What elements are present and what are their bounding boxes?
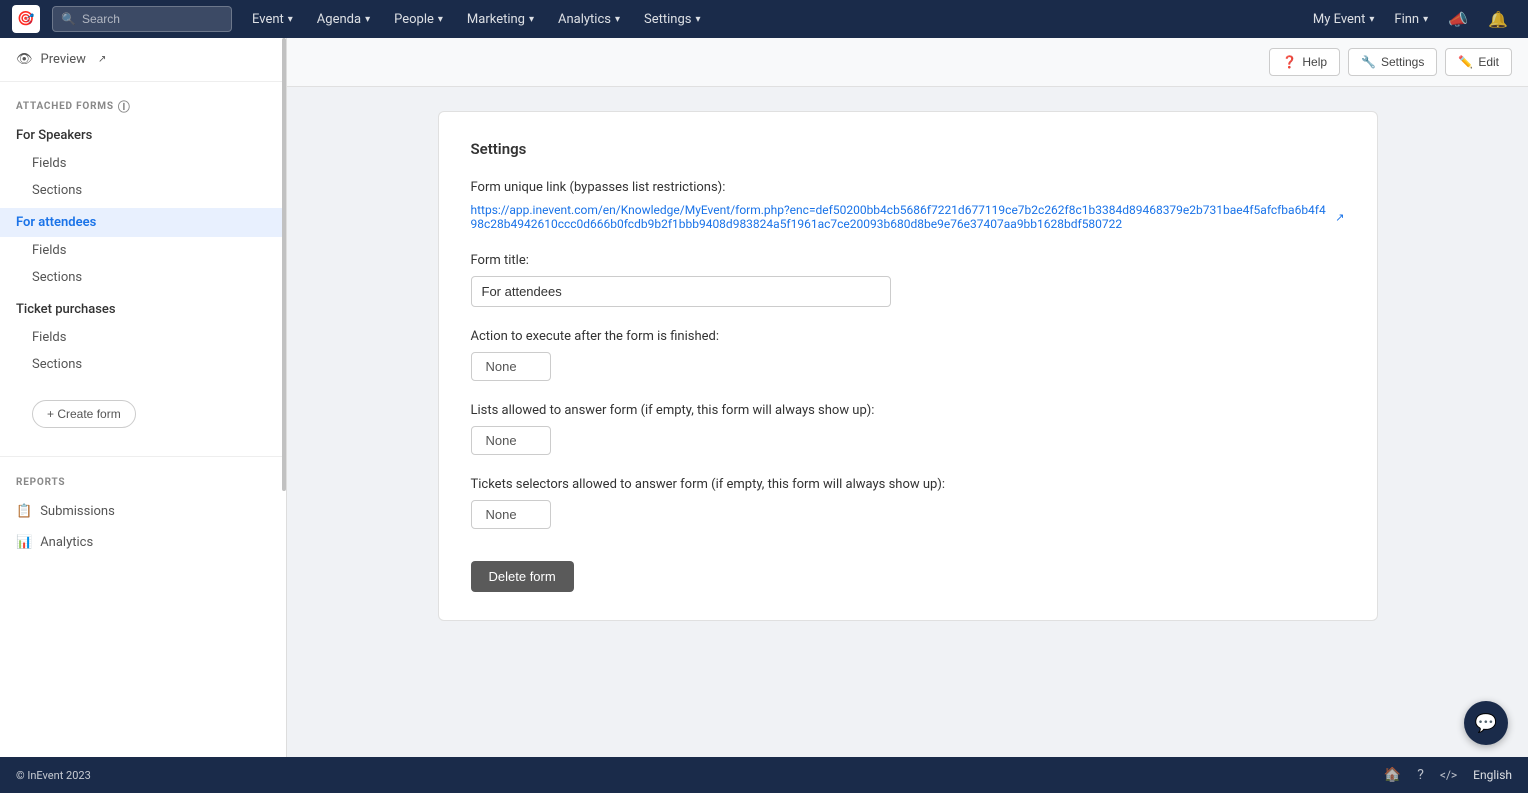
external-link-icon: ↗: [98, 54, 106, 65]
nav-menu: Event ▾ Agenda ▾ People ▾ Marketing ▾ An…: [240, 0, 1305, 38]
info-icon[interactable]: ⓘ: [118, 98, 131, 115]
main-content: ❓ Help 🔧 Settings ✏️ Edit Settings Form …: [287, 38, 1528, 793]
form-link-group: Form unique link (bypasses list restrict…: [471, 180, 1345, 231]
sidebar: 👁 Preview ↗ ATTACHED FORMS ⓘ For Speaker…: [0, 38, 287, 793]
for-attendees-group: For attendees Fields Sections: [0, 206, 286, 293]
action-label: Action to execute after the form is fini…: [471, 329, 1345, 344]
settings-card: Settings Form unique link (bypasses list…: [438, 111, 1378, 621]
for-attendees-header[interactable]: For attendees: [0, 208, 286, 237]
settings-button[interactable]: 🔧 Settings: [1348, 48, 1437, 76]
lists-select[interactable]: None: [471, 426, 551, 455]
my-event-menu[interactable]: My Event ▾: [1305, 0, 1383, 38]
copyright-text: © InEvent 2023: [16, 769, 91, 782]
bottom-bar: © InEvent 2023 🏠 ? </> English: [0, 757, 1528, 793]
external-link-icon: ↗: [1335, 211, 1344, 224]
for-speakers-header[interactable]: For Speakers: [0, 121, 286, 150]
for-speakers-fields[interactable]: Fields: [0, 150, 286, 177]
notifications-icon[interactable]: 📣: [1440, 0, 1476, 38]
help-icon: ❓: [1282, 55, 1297, 69]
action-select[interactable]: None: [471, 352, 551, 381]
app-body: 👁 Preview ↗ ATTACHED FORMS ⓘ For Speaker…: [0, 38, 1528, 793]
nav-analytics[interactable]: Analytics ▾: [546, 0, 632, 38]
edit-icon: ✏️: [1458, 55, 1473, 69]
user-menu[interactable]: Finn ▾: [1386, 0, 1436, 38]
top-nav-right: My Event ▾ Finn ▾ 📣 🔔: [1305, 0, 1516, 38]
bell-icon[interactable]: 🔔: [1480, 0, 1516, 38]
chevron-down-icon: ▾: [529, 14, 534, 25]
nav-marketing[interactable]: Marketing ▾: [455, 0, 546, 38]
app-logo: 🎯: [12, 5, 40, 33]
attached-forms-title: ATTACHED FORMS ⓘ: [16, 98, 270, 115]
ticket-purchases-sections[interactable]: Sections: [0, 351, 286, 378]
form-link[interactable]: https://app.inevent.com/en/Knowledge/MyE…: [471, 203, 1345, 231]
toolbar: ❓ Help 🔧 Settings ✏️ Edit: [287, 38, 1528, 87]
for-speakers-sections[interactable]: Sections: [0, 177, 286, 204]
help-button[interactable]: ❓ Help: [1269, 48, 1340, 76]
ticket-purchases-group: Ticket purchases Fields Sections: [0, 293, 286, 380]
lists-label: Lists allowed to answer form (if empty, …: [471, 403, 1345, 418]
bottom-bar-right: 🏠 ? </> English: [1384, 767, 1512, 783]
action-group: Action to execute after the form is fini…: [471, 329, 1345, 381]
chevron-down-icon: ▾: [288, 14, 293, 25]
chevron-down-icon: ▾: [1369, 14, 1374, 25]
edit-button[interactable]: ✏️ Edit: [1445, 48, 1512, 76]
submissions-icon: 📋: [16, 504, 32, 519]
eye-icon: 👁: [16, 52, 33, 67]
chevron-down-icon: ▾: [615, 14, 620, 25]
tickets-label: Tickets selectors allowed to answer form…: [471, 477, 1345, 492]
delete-form-row: Delete form: [471, 551, 1345, 592]
ticket-purchases-header[interactable]: Ticket purchases: [0, 295, 286, 324]
sidebar-scrollbar[interactable]: [282, 38, 286, 491]
chevron-down-icon: ▾: [438, 14, 443, 25]
submissions-item[interactable]: 📋 Submissions: [0, 496, 286, 527]
chat-icon: 💬: [1475, 713, 1497, 734]
language-selector[interactable]: English: [1473, 768, 1512, 782]
tickets-select[interactable]: None: [471, 500, 551, 529]
chevron-down-icon: ▾: [1423, 14, 1428, 25]
preview-link[interactable]: 👁 Preview ↗: [0, 38, 286, 82]
nav-event[interactable]: Event ▾: [240, 0, 305, 38]
analytics-icon: 📊: [16, 535, 32, 550]
reports-title: REPORTS: [16, 477, 270, 488]
question-icon[interactable]: ?: [1417, 767, 1424, 783]
search-input[interactable]: [82, 12, 222, 26]
search-icon: 🔍: [61, 12, 76, 26]
form-title-group: Form title:: [471, 253, 1345, 307]
chevron-down-icon: ▾: [696, 14, 701, 25]
form-link-label: Form unique link (bypasses list restrict…: [471, 180, 1345, 195]
create-form-button[interactable]: + Create form: [32, 400, 136, 428]
settings-title: Settings: [471, 140, 1345, 158]
home-icon[interactable]: 🏠: [1384, 767, 1401, 783]
delete-form-button[interactable]: Delete form: [471, 561, 574, 592]
for-attendees-fields[interactable]: Fields: [0, 237, 286, 264]
nav-people[interactable]: People ▾: [382, 0, 455, 38]
analytics-item[interactable]: 📊 Analytics: [0, 527, 286, 558]
search-box[interactable]: 🔍: [52, 6, 232, 32]
chat-fab[interactable]: 💬: [1464, 701, 1508, 745]
chevron-down-icon: ▾: [365, 14, 370, 25]
for-speakers-group: For Speakers Fields Sections: [0, 119, 286, 206]
form-title-label: Form title:: [471, 253, 1345, 268]
tickets-group: Tickets selectors allowed to answer form…: [471, 477, 1345, 529]
content-area: Settings Form unique link (bypasses list…: [287, 87, 1528, 793]
code-icon[interactable]: </>: [1440, 768, 1457, 782]
top-navigation: 🎯 🔍 Event ▾ Agenda ▾ People ▾ Marketing …: [0, 0, 1528, 38]
lists-group: Lists allowed to answer form (if empty, …: [471, 403, 1345, 455]
settings-icon: 🔧: [1361, 55, 1376, 69]
form-title-input[interactable]: [471, 276, 891, 307]
nav-settings[interactable]: Settings ▾: [632, 0, 713, 38]
nav-agenda[interactable]: Agenda ▾: [305, 0, 382, 38]
attached-forms-section: ATTACHED FORMS ⓘ: [0, 82, 286, 119]
reports-section: 📋 Submissions 📊 Analytics: [0, 492, 286, 562]
for-attendees-sections[interactable]: Sections: [0, 264, 286, 291]
ticket-purchases-fields[interactable]: Fields: [0, 324, 286, 351]
